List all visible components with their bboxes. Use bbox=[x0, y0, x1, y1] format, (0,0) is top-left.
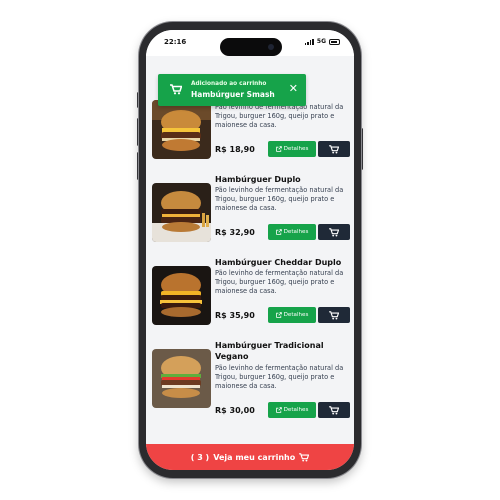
details-label: Detalhes bbox=[283, 146, 309, 152]
details-label: Detalhes bbox=[283, 229, 309, 235]
product-price: R$ 30,00 bbox=[215, 406, 255, 415]
details-label: Detalhes bbox=[283, 407, 309, 413]
product-image[interactable] bbox=[152, 266, 211, 325]
add-to-cart-button[interactable] bbox=[318, 307, 350, 323]
external-link-icon bbox=[275, 407, 282, 413]
view-cart-button[interactable]: ( 3 ) Veja meu carrinho bbox=[146, 444, 354, 470]
view-cart-label: Veja meu carrinho bbox=[213, 452, 296, 462]
product-image[interactable] bbox=[152, 183, 211, 242]
status-bar: 22:16 5G bbox=[146, 30, 354, 56]
external-link-icon bbox=[275, 312, 282, 318]
cart-count: ( 3 ) bbox=[190, 452, 210, 462]
add-to-cart-button[interactable] bbox=[318, 224, 350, 240]
product-description: Pão levinho de fermentação natural da Tr… bbox=[215, 103, 344, 129]
details-button[interactable]: Detalhes bbox=[268, 307, 316, 323]
status-indicators: 5G bbox=[304, 38, 340, 45]
external-link-icon bbox=[275, 146, 282, 152]
battery-icon bbox=[329, 38, 340, 45]
product-price: R$ 32,90 bbox=[215, 228, 255, 237]
details-button[interactable]: Detalhes bbox=[268, 402, 316, 418]
cart-icon bbox=[329, 144, 339, 154]
product-price: R$ 35,90 bbox=[215, 311, 255, 320]
close-icon[interactable]: ✕ bbox=[289, 83, 298, 95]
details-button[interactable]: Detalhes bbox=[268, 141, 316, 157]
product-title: Hambúrguer Cheddar Duplo bbox=[215, 258, 342, 267]
dynamic-island bbox=[220, 38, 282, 56]
product-title: Hambúrguer Duplo bbox=[215, 175, 301, 184]
external-link-icon bbox=[275, 229, 282, 235]
add-to-cart-button[interactable] bbox=[318, 141, 350, 157]
add-to-cart-button[interactable] bbox=[318, 402, 350, 418]
added-to-cart-toast: Adicionado ao carrinho Hambúrguer Smash … bbox=[158, 74, 306, 106]
phone-screen: 22:16 5G nu bbox=[146, 30, 354, 470]
cart-icon bbox=[329, 227, 339, 237]
toast-product-name: Hambúrguer Smash bbox=[191, 90, 275, 99]
product-description: Pão levinho de fermentação natural da Tr… bbox=[215, 269, 344, 295]
toast-message: Adicionado ao carrinho bbox=[191, 81, 267, 87]
product-description: Pão levinho de fermentação natural da Tr… bbox=[215, 364, 344, 390]
signal-icon bbox=[304, 38, 314, 45]
network-label: 5G bbox=[316, 38, 326, 45]
cart-icon bbox=[329, 405, 339, 415]
product-image[interactable] bbox=[152, 349, 211, 408]
cart-icon bbox=[170, 84, 182, 95]
details-button[interactable]: Detalhes bbox=[268, 224, 316, 240]
product-image[interactable] bbox=[152, 100, 211, 159]
product-price: R$ 18,90 bbox=[215, 145, 255, 154]
status-time: 22:16 bbox=[164, 38, 187, 46]
cart-icon bbox=[299, 452, 310, 462]
product-description: Pão levinho de fermentação natural da Tr… bbox=[215, 186, 344, 212]
product-title: Hambúrguer Tradicional Vegano bbox=[215, 341, 324, 361]
cart-icon bbox=[329, 310, 339, 320]
details-label: Detalhes bbox=[283, 312, 309, 318]
